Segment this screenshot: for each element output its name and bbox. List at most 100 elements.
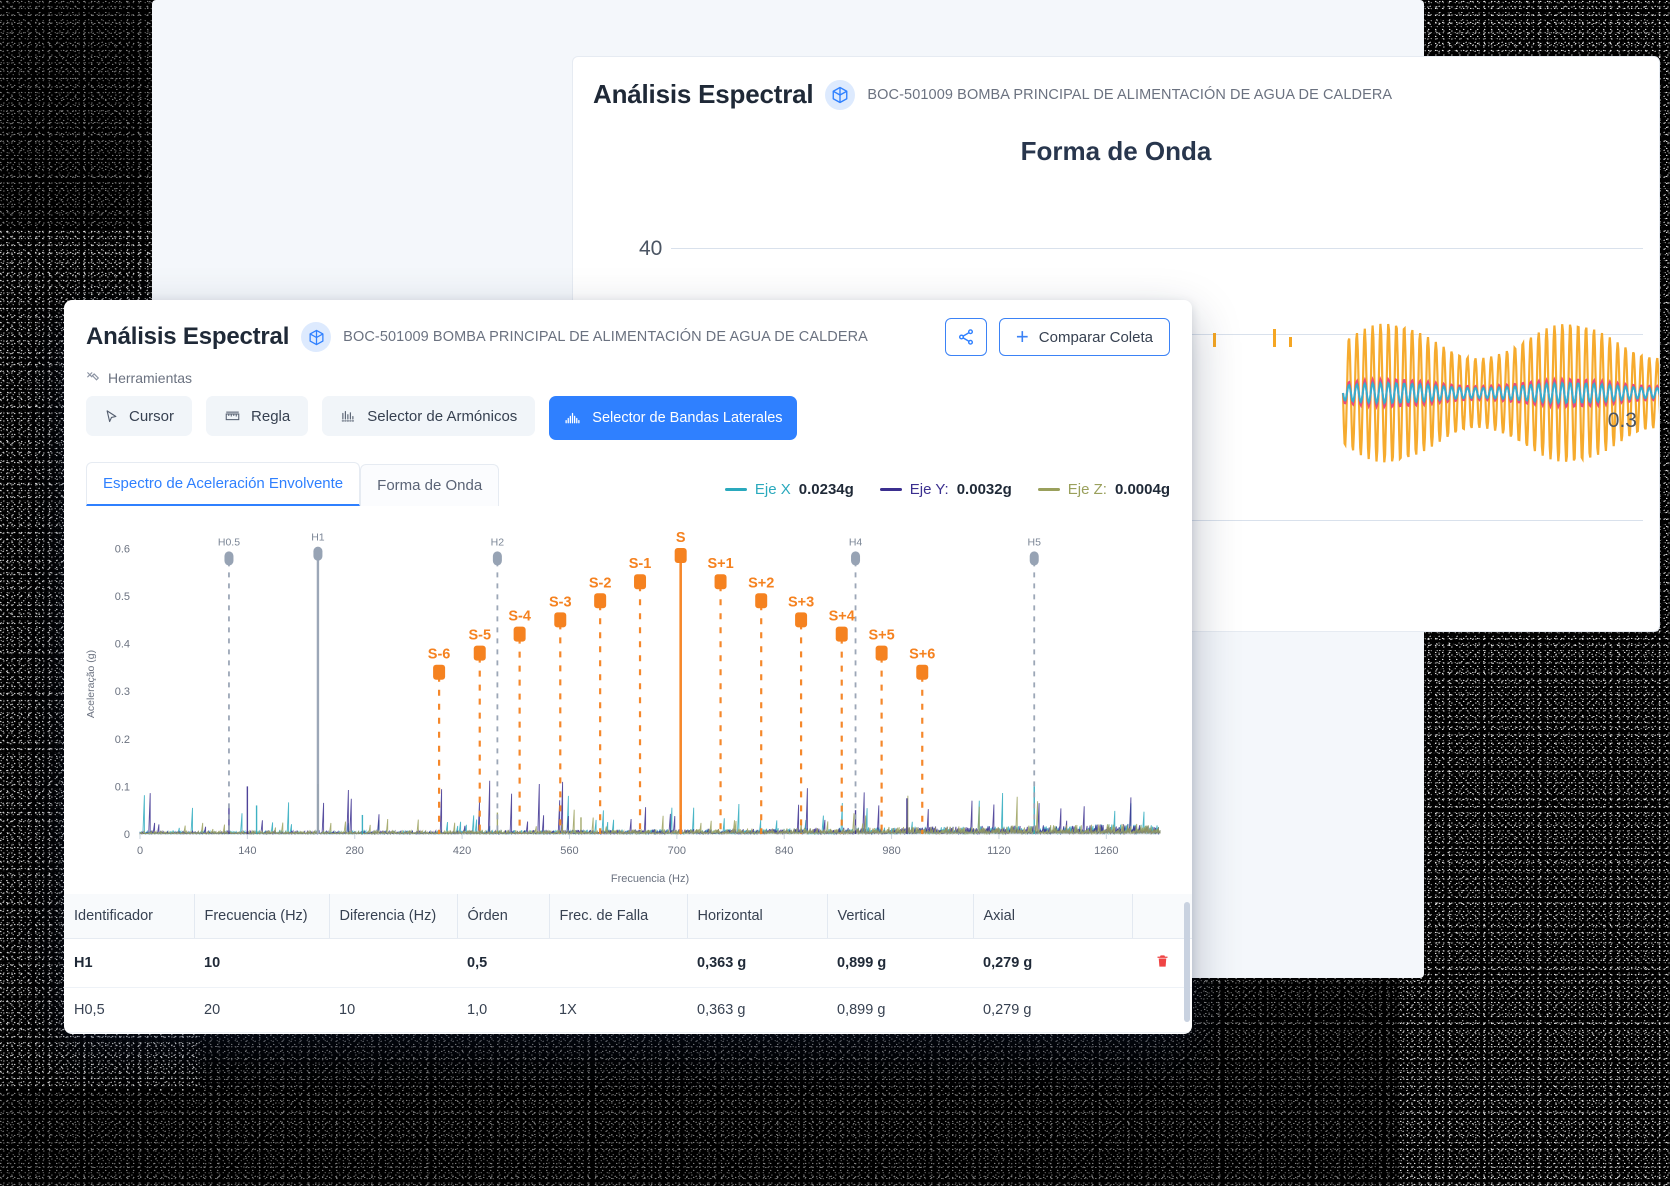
cell-diferencia — [329, 938, 457, 988]
svg-text:S+4: S+4 — [829, 609, 855, 625]
svg-text:0.5: 0.5 — [115, 591, 130, 603]
svg-text:0: 0 — [124, 829, 130, 841]
svg-text:280: 280 — [346, 845, 364, 857]
svg-text:H2: H2 — [491, 536, 505, 548]
tool-harmonics-label: Selector de Armónicos — [367, 407, 518, 425]
tab-envelope-acceleration-spectrum[interactable]: Espectro de Aceleración Envolvente — [86, 462, 361, 506]
cell-orden: 1,0 — [457, 1032, 549, 1034]
cell-identificador: H1 — [64, 938, 194, 988]
cell-actions — [1132, 987, 1192, 1033]
legend-value-eje-z: 0.0004g — [1114, 481, 1170, 498]
svg-text:S-5: S-5 — [468, 628, 491, 644]
background-asset-name: BOC-501009 BOMBA PRINCIPAL DE ALIMENTACI… — [867, 86, 1393, 103]
th-horizontal: Horizontal — [687, 894, 828, 939]
tools-row: Cursor Regla Selector de Armónicos Selec… — [64, 386, 1192, 440]
cell-frec-falla: 1X — [549, 1032, 687, 1034]
table-row[interactable]: H1 10 0,5 0,363 g 0,899 g 0,279 g — [64, 938, 1192, 988]
cell-axial: 0,279 g — [973, 1032, 1132, 1034]
ruler-icon — [225, 411, 240, 420]
cursor-icon — [106, 409, 117, 422]
compare-collection-label: Comparar Coleta — [1038, 328, 1153, 346]
spectral-analysis-window: Análisis Espectral BOC-501009 BOMBA PRIN… — [64, 300, 1192, 1034]
svg-text:420: 420 — [453, 845, 471, 857]
compare-collection-button[interactable]: + Comparar Coleta — [998, 318, 1170, 356]
tool-harmonics-selector[interactable]: Selector de Armónicos — [322, 396, 536, 436]
harmonics-icon — [341, 410, 356, 421]
svg-text:H1: H1 — [311, 532, 325, 544]
cell-identificador: H0,5 — [64, 987, 194, 1033]
svg-text:0.3: 0.3 — [115, 686, 130, 698]
spectrum-chart[interactable]: 0 0.1 0.2 0.3 0.4 0.5 0.6 Aceleração (g) 0 140 280… — [78, 512, 1178, 892]
svg-text:H0.5: H0.5 — [218, 536, 240, 548]
tool-cursor-label: Cursor — [129, 407, 175, 425]
svg-text:S: S — [676, 530, 686, 546]
cell-vertical: 0,899 g — [827, 1032, 973, 1034]
svg-text:1260: 1260 — [1094, 845, 1118, 857]
tab-waveform-label: Forma de Onda — [377, 477, 483, 494]
delete-row-button[interactable] — [1132, 938, 1192, 988]
cell-orden: 1,0 — [457, 987, 549, 1033]
tab-waveform[interactable]: Forma de Onda — [360, 464, 500, 506]
tool-ruler-label: Regla — [251, 407, 291, 425]
svg-text:980: 980 — [882, 845, 900, 857]
tab-envelope-label: Espectro de Aceleración Envolvente — [103, 475, 344, 492]
cell-frecuencia: 20 — [194, 987, 329, 1033]
cell-orden: 0,5 — [457, 938, 549, 988]
cell-frecuencia: 10 — [194, 938, 329, 988]
legend-item-eje-z[interactable]: Eje Z: 0.0004g — [1037, 481, 1170, 498]
cell-axial: 0,279 g — [973, 938, 1132, 988]
page-title: Análisis Espectral — [86, 323, 290, 350]
svg-text:0.4: 0.4 — [115, 639, 130, 651]
tool-sidebands-selector[interactable]: Selector de Bandas Laterales — [549, 396, 797, 440]
asset-name: BOC-501009 BOMBA PRINCIPAL DE ALIMENTACI… — [343, 329, 868, 345]
tool-cursor[interactable]: Cursor — [86, 396, 193, 436]
th-frecuencia: Frecuencia (Hz) — [194, 894, 330, 939]
table-row[interactable]: H0,5 20 10 1,0 1X 0,363 g 0,899 g 0,279 … — [64, 987, 1192, 1033]
svg-text:Frecuencia (Hz): Frecuencia (Hz) — [611, 873, 689, 885]
tool-ruler[interactable]: Regla — [206, 396, 309, 436]
window-header: Análisis Espectral BOC-501009 BOMBA PRIN… — [64, 300, 1192, 356]
share-icon — [958, 329, 973, 345]
table-row[interactable]: H2 20 10 1,0 1X 0,363 g 0,899 g 0,279 g — [64, 1032, 1192, 1034]
cell-horizontal: 0,363 g — [687, 987, 827, 1033]
svg-text:700: 700 — [668, 845, 686, 857]
cube-icon — [301, 322, 332, 352]
cell-frec-falla: 1X — [549, 987, 687, 1033]
svg-text:0.1: 0.1 — [115, 781, 130, 793]
svg-text:0: 0 — [137, 845, 143, 857]
svg-text:S-2: S-2 — [589, 575, 612, 591]
spectrum-chart-svg: 0 0.1 0.2 0.3 0.4 0.5 0.6 Aceleração (g) 0 140 280… — [85, 530, 1161, 885]
th-axial: Axial — [973, 894, 1133, 939]
tools-icon — [87, 372, 100, 381]
legend-swatch-eje-x — [724, 488, 747, 491]
cell-vertical: 0,899 g — [827, 938, 973, 988]
svg-text:H5: H5 — [1028, 536, 1042, 548]
svg-text:560: 560 — [560, 845, 578, 857]
svg-text:H4: H4 — [849, 536, 863, 548]
tools-label: Herramientas — [108, 370, 193, 386]
background-chart-title: Forma de Onda — [1020, 136, 1212, 166]
svg-text:840: 840 — [775, 845, 793, 857]
legend-item-eje-y[interactable]: Eje Y: 0.0032g — [879, 481, 1012, 498]
svg-text:S-4: S-4 — [508, 609, 531, 625]
svg-text:0.6: 0.6 — [115, 543, 130, 555]
legend-label-eje-y: Eje Y: — [909, 481, 949, 498]
svg-text:S+3: S+3 — [788, 594, 814, 610]
cell-vertical: 0,899 g — [827, 987, 973, 1033]
th-actions — [1132, 894, 1192, 939]
th-diferencia: Diferencia (Hz) — [329, 894, 458, 939]
svg-text:S-3: S-3 — [549, 594, 572, 610]
table-scrollbar[interactable] — [1184, 902, 1190, 1022]
legend-swatch-eje-y — [879, 488, 902, 491]
cell-identificador: H2 — [64, 1032, 194, 1034]
tabs-row: Espectro de Aceleración Envolvente Forma… — [64, 440, 1192, 506]
legend-value-eje-y: 0.0032g — [956, 481, 1012, 498]
share-button[interactable] — [944, 318, 987, 356]
th-orden: Órden — [457, 894, 550, 939]
markers-table-container: Identificador Frecuencia (Hz) Diferencia… — [64, 894, 1192, 1034]
legend-value-eje-x: 0.0234g — [798, 481, 854, 498]
table-header-row: Identificador Frecuencia (Hz) Diferencia… — [64, 894, 1192, 939]
svg-text:S+6: S+6 — [909, 647, 935, 663]
svg-text:S-1: S-1 — [629, 556, 652, 572]
legend-item-eje-x[interactable]: Eje X 0.0234g — [724, 481, 854, 498]
